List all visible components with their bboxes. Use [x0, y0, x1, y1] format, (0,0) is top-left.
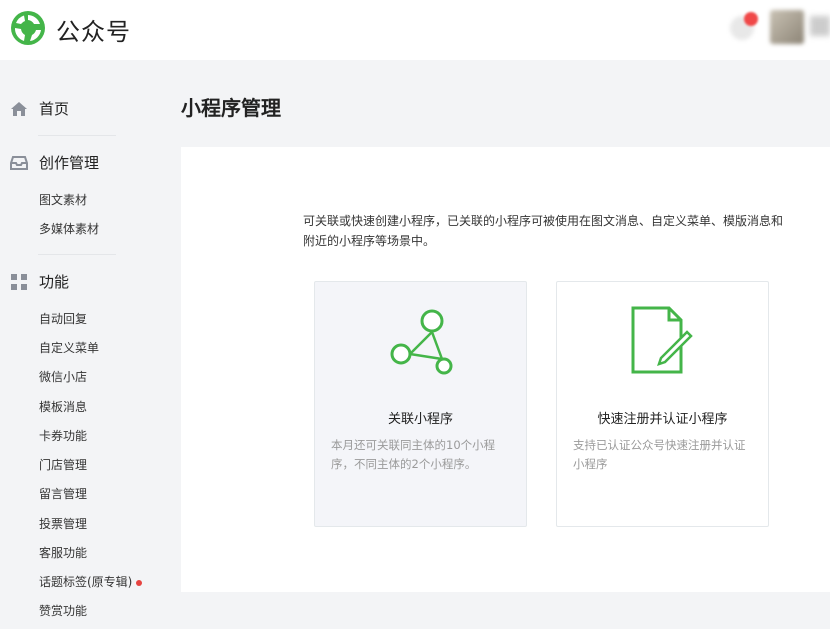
card-title: 关联小程序: [387, 412, 453, 427]
page-title: 小程序管理: [181, 96, 281, 120]
wechat-official-logo-icon[interactable]: [10, 10, 46, 46]
top-bar: 公众号: [0, 0, 830, 60]
sidebar-item-store-management[interactable]: 门店管理: [39, 456, 87, 473]
new-badge: [136, 579, 143, 586]
divider: [38, 135, 116, 136]
grid-icon: [11, 273, 27, 290]
sidebar-item-custom-menu[interactable]: 自定义菜单: [39, 339, 99, 356]
sidebar-item-customer-service[interactable]: 客服功能: [39, 544, 87, 561]
sidebar-item-appreciation[interactable]: 赞赏功能: [39, 602, 87, 619]
sidebar-section-label: 功能: [39, 273, 70, 291]
sidebar-item-comment-management[interactable]: 留言管理: [39, 485, 87, 502]
sidebar-item-wechat-store[interactable]: 微信小店: [39, 368, 87, 385]
sidebar-item-auto-reply[interactable]: 自动回复: [39, 310, 87, 327]
notification-badge: [744, 12, 758, 26]
document-edit-icon: [631, 306, 693, 374]
content-panel: 可关联或快速创建小程序，已关联的小程序可被使用在图文消息、自定义菜单、模版消息和…: [181, 147, 830, 592]
account-name-blurred: [810, 16, 830, 36]
sidebar-item-topic-tags[interactable]: 话题标签(原专辑): [39, 573, 143, 590]
avatar[interactable]: [770, 10, 804, 44]
divider: [38, 254, 116, 255]
sidebar-item-multimedia[interactable]: 多媒体素材: [39, 220, 99, 237]
sidebar-item-home[interactable]: 首页: [10, 98, 69, 119]
share-nodes-icon: [390, 309, 453, 375]
home-icon: [11, 101, 27, 116]
card-description: 本月还可关联同主体的10个小程序，不同主体的2个小程序。: [331, 438, 496, 471]
link-miniprogram-card[interactable]: 关联小程序 本月还可关联同主体的10个小程序，不同主体的2个小程序。: [314, 281, 527, 527]
sidebar-section-creation[interactable]: 创作管理: [10, 152, 99, 173]
sidebar-section-features[interactable]: 功能: [10, 271, 69, 292]
brand-title: 公众号: [56, 18, 131, 46]
sidebar-item-label: 首页: [39, 100, 70, 118]
sidebar-item-template-message[interactable]: 模板消息: [39, 398, 87, 415]
inbox-icon: [10, 155, 28, 170]
quick-register-card[interactable]: 快速注册并认证小程序 支持已认证公众号快速注册并认证小程序: [556, 281, 769, 527]
sidebar-section-label: 创作管理: [39, 154, 100, 172]
sidebar-item-coupons[interactable]: 卡券功能: [39, 427, 87, 444]
intro-description: 可关联或快速创建小程序，已关联的小程序可被使用在图文消息、自定义菜单、模版消息和…: [303, 214, 784, 248]
sidebar-item-vote-management[interactable]: 投票管理: [39, 515, 87, 532]
card-title: 快速注册并认证小程序: [597, 412, 728, 427]
sidebar: 首页 创作管理 图文素材 多媒体素材 功能 自动回复 自定义菜单 微信小店 模板…: [0, 60, 150, 629]
card-description: 支持已认证公众号快速注册并认证小程序: [573, 438, 746, 471]
sidebar-item-label: 话题标签(原专辑): [39, 575, 133, 589]
sidebar-item-image-text[interactable]: 图文素材: [39, 191, 87, 208]
account-area[interactable]: [730, 10, 830, 46]
